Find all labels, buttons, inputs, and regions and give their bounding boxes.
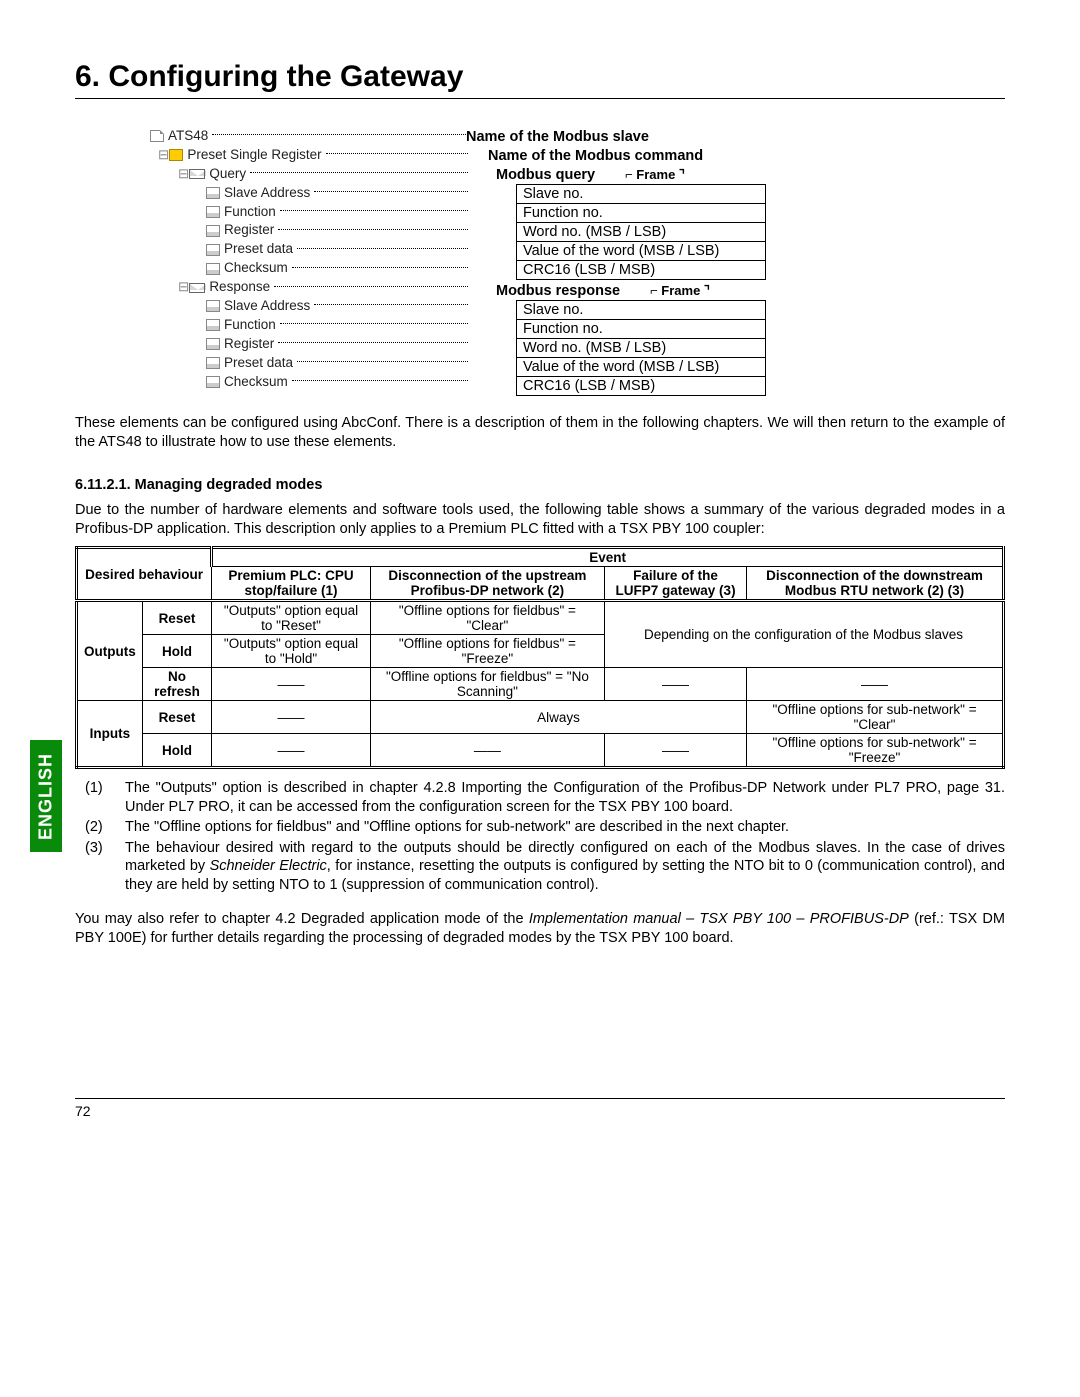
cell: "Outputs" option equal to "Hold" — [212, 635, 371, 668]
row-outputs: Outputs — [77, 601, 143, 701]
hdr-c4: Disconnection of the downstream Modbus R… — [747, 567, 1004, 601]
prop-icon — [206, 244, 220, 256]
page-footer: 72 — [75, 1098, 1005, 1119]
cell: "Offline options for sub-network" = "Fre… — [747, 734, 1004, 768]
hdr-c3: Failure of the LUFP7 gateway (3) — [604, 567, 746, 601]
tree-response: Response — [209, 278, 270, 297]
q-row5: CRC16 (LSB / MSB) — [517, 261, 766, 280]
map-cmd-name: Name of the Modbus command — [488, 148, 703, 164]
tree-r-slave: Slave Address — [224, 297, 310, 316]
row-i-hold: Hold — [142, 734, 211, 768]
row-o-hold: Hold — [142, 635, 211, 668]
cell-dash: —— — [212, 701, 371, 734]
cell-dash: —— — [604, 734, 746, 768]
hdr-c2: Disconnection of the upstream Profibus-D… — [370, 567, 604, 601]
tree-q-func: Function — [224, 203, 276, 222]
tree-cmd: Preset Single Register — [187, 146, 321, 165]
q-row3: Word no. (MSB / LSB) — [517, 223, 766, 242]
r-row2: Function no. — [517, 320, 766, 339]
note-num: (3) — [85, 839, 111, 895]
cell: Always — [370, 701, 746, 734]
prop-icon — [206, 338, 220, 350]
q-row1: Slave no. — [517, 185, 766, 204]
chapter-title: 6. Configuring the Gateway — [75, 60, 1005, 99]
cell-dash: —— — [212, 668, 371, 701]
note-1: The "Outputs" option is described in cha… — [125, 779, 1005, 816]
prop-icon — [206, 206, 220, 218]
row-inputs: Inputs — [77, 701, 143, 768]
r-row4: Value of the word (MSB / LSB) — [517, 358, 766, 377]
tree-r-preset: Preset data — [224, 354, 293, 373]
footnotes: (1) The "Outputs" option is described in … — [75, 779, 1005, 894]
paragraph-2: Due to the number of hardware elements a… — [75, 501, 1005, 538]
hdr-c1: Premium PLC: CPU stop/failure (1) — [212, 567, 371, 601]
note-3: The behaviour desired with regard to the… — [125, 839, 1005, 895]
tree-mapping-diagram: ATS48 ⊟Preset Single Register ⊟Query Sla… — [150, 127, 1005, 396]
mapping-labels: Name of the Modbus slave Name of the Mod… — [466, 127, 776, 396]
paragraph-1: These elements can be configured using A… — [75, 414, 1005, 451]
page-number: 72 — [75, 1103, 91, 1119]
row-o-reset: Reset — [142, 601, 211, 635]
q-row2: Function no. — [517, 204, 766, 223]
q-row4: Value of the word (MSB / LSB) — [517, 242, 766, 261]
tree-q-slave: Slave Address — [224, 184, 310, 203]
tree-r-reg: Register — [224, 335, 274, 354]
note-num: (1) — [85, 779, 111, 816]
cell: "Outputs" option equal to "Reset" — [212, 601, 371, 635]
tree-q-chk: Checksum — [224, 259, 288, 278]
tree-query: Query — [209, 165, 246, 184]
hdr-event: Event — [212, 548, 1004, 567]
prop-icon — [206, 357, 220, 369]
r-row3: Word no. (MSB / LSB) — [517, 339, 766, 358]
cell: "Offline options for sub-network" = "Cle… — [747, 701, 1004, 734]
prop-icon — [206, 187, 220, 199]
cell: "Offline options for fieldbus" = "Clear" — [370, 601, 604, 635]
map-slave-name: Name of the Modbus slave — [466, 129, 649, 145]
map-query-hdr: Modbus query — [496, 167, 595, 183]
reference-paragraph: You may also refer to chapter 4.2 Degrad… — [75, 910, 1005, 947]
row-o-norefresh: No refresh — [142, 668, 211, 701]
envelope-icon — [189, 283, 205, 293]
language-tab: ENGLISH — [30, 740, 62, 852]
prop-icon — [206, 225, 220, 237]
note-num: (2) — [85, 818, 111, 837]
cell-dash: —— — [747, 668, 1004, 701]
cell: "Offline options for fieldbus" = "Freeze… — [370, 635, 604, 668]
tree-q-reg: Register — [224, 221, 274, 240]
frame-corner: ⌐ Frame ⌝ — [625, 167, 685, 183]
response-frame-table: Slave no. Function no. Word no. (MSB / L… — [516, 300, 766, 396]
row-i-reset: Reset — [142, 701, 211, 734]
tree-r-func: Function — [224, 316, 276, 335]
prop-icon — [206, 376, 220, 388]
cell-depends: Depending on the configuration of the Mo… — [604, 601, 1003, 668]
cell-dash: —— — [212, 734, 371, 768]
tree-q-preset: Preset data — [224, 240, 293, 259]
doc-icon — [150, 130, 164, 142]
hdr-desired: Desired behaviour — [77, 548, 212, 601]
query-frame-table: Slave no. Function no. Word no. (MSB / L… — [516, 184, 766, 280]
prop-icon — [206, 319, 220, 331]
prop-icon — [206, 263, 220, 275]
r-row5: CRC16 (LSB / MSB) — [517, 377, 766, 396]
tree-root: ATS48 — [168, 127, 208, 146]
envelope-icon — [189, 169, 205, 179]
folder-icon — [169, 149, 183, 161]
subheading: 6.11.2.1. Managing degraded modes — [75, 477, 1005, 493]
r-row1: Slave no. — [517, 301, 766, 320]
degraded-modes-table: Desired behaviour Event Premium PLC: CPU… — [75, 546, 1005, 769]
cell: "Offline options for fieldbus" = "No Sca… — [370, 668, 604, 701]
tree-r-chk: Checksum — [224, 373, 288, 392]
frame-corner: ⌐ Frame ⌝ — [650, 283, 710, 299]
cell-dash: —— — [604, 668, 746, 701]
config-tree: ATS48 ⊟Preset Single Register ⊟Query Sla… — [150, 127, 470, 391]
cell-dash: —— — [370, 734, 604, 768]
note-2: The "Offline options for fieldbus" and "… — [125, 818, 1005, 837]
map-resp-hdr: Modbus response — [496, 283, 620, 299]
prop-icon — [206, 300, 220, 312]
